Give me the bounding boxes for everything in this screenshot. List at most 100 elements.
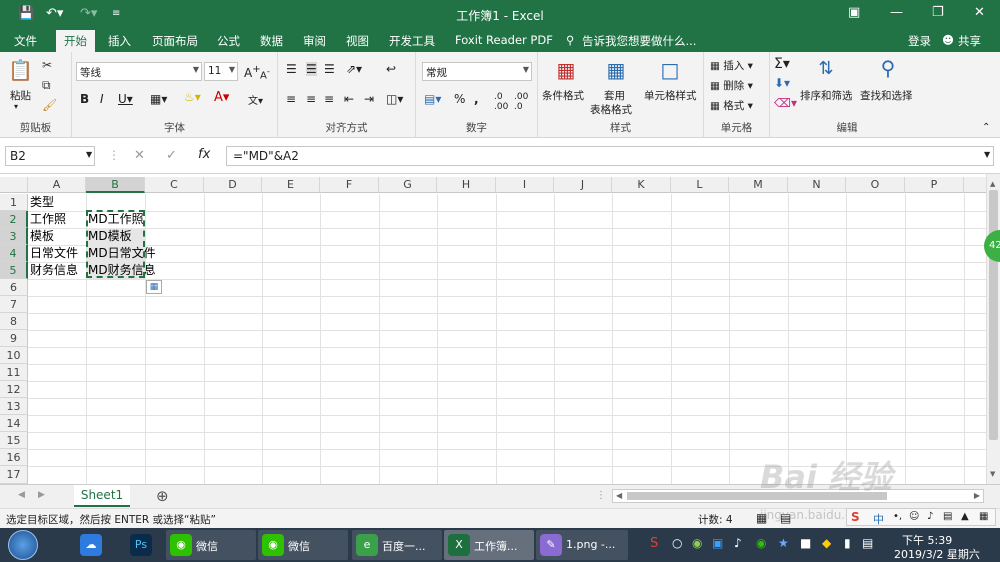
row-header-6[interactable]: 6 bbox=[0, 279, 28, 296]
col-header-p[interactable]: P bbox=[905, 177, 964, 193]
col-header-a[interactable]: A bbox=[28, 177, 86, 193]
tab-developer[interactable]: 开发工具 bbox=[389, 33, 435, 49]
paste-button[interactable]: 粘贴 bbox=[10, 88, 31, 103]
cell-a4[interactable]: 日常文件 bbox=[28, 245, 86, 262]
tab-formulas[interactable]: 公式 bbox=[217, 33, 240, 49]
col-header-d[interactable]: D bbox=[204, 177, 262, 193]
border-icon[interactable]: ▦▾ bbox=[150, 92, 167, 106]
tab-page-layout[interactable]: 页面布局 bbox=[152, 33, 198, 49]
minimize-icon[interactable]: — bbox=[890, 5, 903, 20]
tab-file[interactable]: 文件 bbox=[14, 33, 37, 49]
next-sheet-icon[interactable]: ▶ bbox=[38, 490, 45, 500]
align-bottom-icon[interactable]: ☰ bbox=[324, 62, 335, 76]
align-middle-icon[interactable]: ☰ bbox=[306, 62, 317, 76]
tray-icon-5[interactable]: ◆ bbox=[822, 536, 831, 550]
bluetooth-icon[interactable]: ★ bbox=[778, 536, 789, 550]
scroll-up-icon[interactable]: ▲ bbox=[990, 180, 995, 188]
fill-icon[interactable]: ⬇▾ bbox=[774, 76, 790, 90]
delete-cells-button[interactable]: ▦ 删除 ▾ bbox=[710, 78, 753, 93]
tab-home[interactable]: 开始 bbox=[56, 30, 95, 52]
taskbar-excel[interactable]: X 工作簿... bbox=[444, 530, 534, 560]
sort-filter-icon[interactable]: ⇅ bbox=[814, 58, 838, 82]
col-header-f[interactable]: F bbox=[320, 177, 379, 193]
ime-toolbar[interactable]: S 中 •, ☺ ♪ ▤ ▲ ▦ bbox=[846, 508, 996, 526]
row-header-12[interactable]: 12 bbox=[0, 381, 28, 398]
tab-split-icon[interactable]: ⋮ bbox=[596, 490, 606, 501]
login-link[interactable]: 登录 bbox=[908, 33, 931, 49]
ime-punct-icon[interactable]: •, bbox=[893, 511, 902, 522]
row-header-13[interactable]: 13 bbox=[0, 398, 28, 415]
cell-a1[interactable]: 类型 bbox=[28, 194, 54, 211]
vertical-scrollbar[interactable]: ▲ ▼ bbox=[986, 174, 1000, 484]
row-header-10[interactable]: 10 bbox=[0, 347, 28, 364]
underline-icon[interactable]: U▾ bbox=[118, 92, 133, 106]
decrease-indent-icon[interactable]: ⇤ bbox=[344, 92, 354, 106]
col-header-g[interactable]: G bbox=[379, 177, 437, 193]
format-table-line1[interactable]: 套用 bbox=[604, 88, 625, 103]
row-header-14[interactable]: 14 bbox=[0, 415, 28, 432]
row-header-17[interactable]: 17 bbox=[0, 466, 28, 484]
conditional-format-icon[interactable]: ▦ bbox=[554, 58, 578, 82]
conditional-format-button[interactable]: 条件格式 bbox=[542, 88, 584, 103]
tab-review[interactable]: 审阅 bbox=[303, 33, 326, 49]
find-icon[interactable]: ⚲ bbox=[876, 56, 900, 80]
taskbar-paint[interactable]: ✎ 1.png -... bbox=[536, 530, 628, 560]
network-icon[interactable]: ▤ bbox=[862, 536, 873, 550]
align-center-icon[interactable]: ≡ bbox=[306, 92, 316, 106]
insert-function-icon[interactable]: fx bbox=[198, 147, 210, 162]
taskbar-pin-photoshop[interactable]: Ps bbox=[120, 530, 164, 560]
col-header-k[interactable]: K bbox=[612, 177, 671, 193]
maximize-icon[interactable]: ❐ bbox=[932, 5, 944, 20]
row-header-1[interactable]: 1 bbox=[0, 194, 28, 211]
cell-styles-button[interactable]: 单元格样式 bbox=[644, 88, 697, 103]
row-header-16[interactable]: 16 bbox=[0, 449, 28, 466]
tray-wechat-icon[interactable]: ◉ bbox=[756, 536, 766, 550]
cell-a3[interactable]: 模板 bbox=[28, 228, 54, 245]
increase-decimal-icon[interactable]: .0.00 bbox=[494, 92, 508, 112]
increase-indent-icon[interactable]: ⇥ bbox=[364, 92, 374, 106]
tab-insert[interactable]: 插入 bbox=[108, 33, 131, 49]
ime-mode[interactable]: 中 bbox=[873, 511, 884, 527]
col-header-j[interactable]: J bbox=[554, 177, 612, 193]
tab-view[interactable]: 视图 bbox=[346, 33, 369, 49]
col-header-c[interactable]: C bbox=[145, 177, 204, 193]
fill-color-icon[interactable]: ♨▾ bbox=[184, 90, 201, 104]
taskbar-wechat-1[interactable]: ◉ 微信 bbox=[166, 530, 256, 560]
font-color-icon[interactable]: A▾ bbox=[214, 90, 229, 105]
comma-icon[interactable]: , bbox=[474, 92, 479, 106]
worksheet-grid[interactable]: A B C D E F G H I J K L M N O P 1 2 3 4 … bbox=[0, 174, 986, 484]
formula-input[interactable]: ="MD"&A2 bbox=[226, 146, 994, 166]
taskbar-pin-app1[interactable]: ☁ bbox=[70, 530, 114, 560]
merge-center-icon[interactable]: ◫▾ bbox=[386, 92, 403, 106]
start-button[interactable] bbox=[8, 530, 38, 560]
name-box[interactable]: B2 bbox=[5, 146, 95, 166]
row-header-3[interactable]: 3 bbox=[0, 228, 28, 245]
tray-icon-2[interactable]: ◉ bbox=[692, 536, 702, 550]
percent-icon[interactable]: % bbox=[454, 92, 465, 106]
scroll-right-icon[interactable]: ▶ bbox=[974, 491, 980, 500]
tray-icon-3[interactable]: ▣ bbox=[712, 536, 723, 550]
orientation-icon[interactable]: ⇗▾ bbox=[346, 62, 362, 76]
taskbar-wechat-2[interactable]: ◉ 微信 bbox=[258, 530, 348, 560]
close-icon[interactable]: ✕ bbox=[974, 5, 985, 20]
volume-icon[interactable]: ♪ bbox=[734, 536, 742, 550]
col-header-i[interactable]: I bbox=[496, 177, 554, 193]
sort-filter-button[interactable]: 排序和筛选 bbox=[800, 88, 853, 103]
col-header-m[interactable]: M bbox=[729, 177, 788, 193]
phonetic-icon[interactable]: 文▾ bbox=[248, 92, 263, 107]
scroll-down-icon[interactable]: ▼ bbox=[990, 470, 995, 478]
bold-icon[interactable]: B bbox=[80, 92, 89, 106]
col-header-e[interactable]: E bbox=[262, 177, 320, 193]
col-header-b[interactable]: B bbox=[86, 177, 145, 193]
ime-tools-icon[interactable]: ▦ bbox=[979, 511, 988, 522]
tab-data[interactable]: 数据 bbox=[260, 33, 283, 49]
row-header-11[interactable]: 11 bbox=[0, 364, 28, 381]
select-all-corner[interactable] bbox=[0, 177, 28, 193]
col-header-l[interactable]: L bbox=[671, 177, 729, 193]
accounting-icon[interactable]: ▤▾ bbox=[424, 92, 441, 106]
share-button[interactable]: 共享 bbox=[958, 33, 981, 49]
align-left-icon[interactable]: ≡ bbox=[286, 92, 296, 106]
taskbar-browser[interactable]: e 百度一... bbox=[352, 530, 442, 560]
ime-skin-icon[interactable]: ▲ bbox=[961, 511, 969, 522]
cut-icon[interactable]: ✂ bbox=[42, 58, 52, 72]
